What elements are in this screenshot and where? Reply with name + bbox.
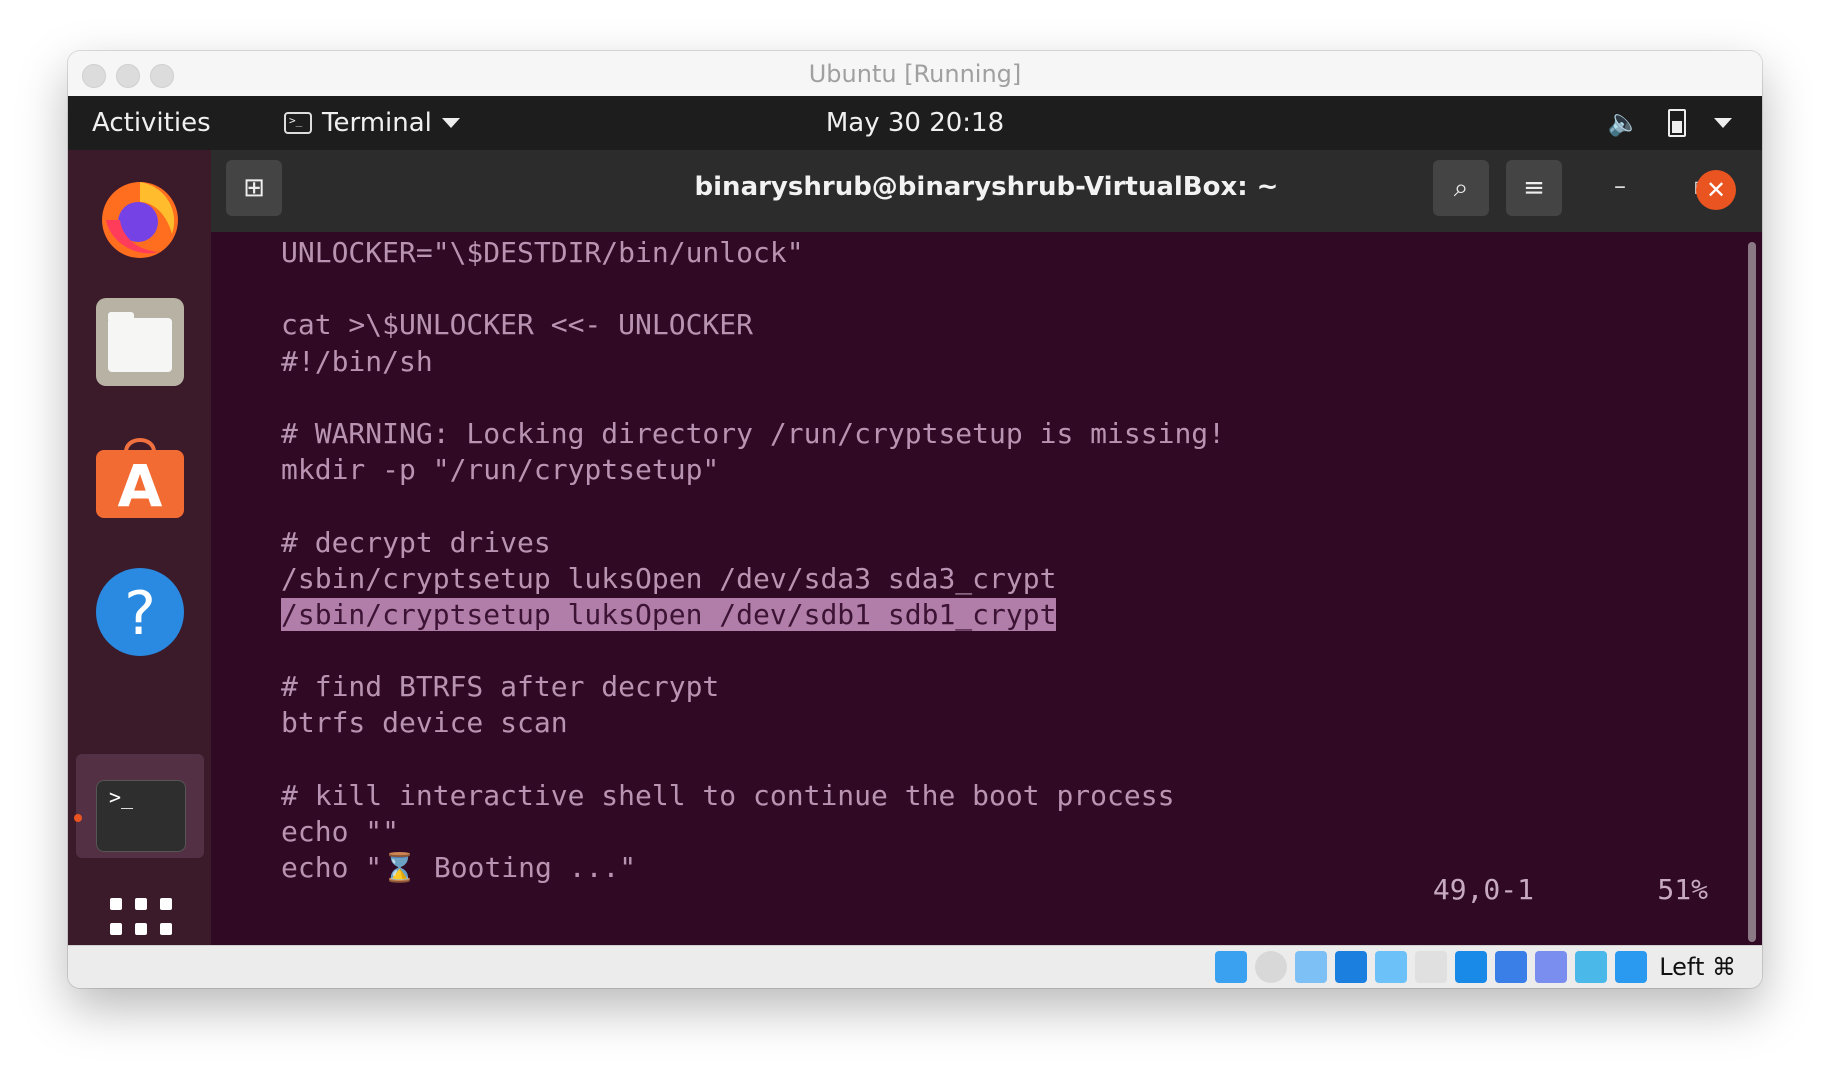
- battery-icon[interactable]: [1668, 109, 1686, 137]
- window-titlebar: Ubuntu [Running]: [68, 51, 1762, 97]
- display-icon[interactable]: [1455, 951, 1488, 983]
- hamburger-icon: ≡: [1523, 173, 1545, 203]
- mouse-integration-icon[interactable]: [1575, 951, 1608, 983]
- volume-icon[interactable]: 🔈: [1608, 108, 1640, 138]
- virtualbox-window: Ubuntu [Running] Activities >_ Terminal …: [68, 51, 1762, 988]
- line-text: #!/bin/sh: [281, 344, 433, 378]
- search-button[interactable]: ⌕: [1433, 160, 1489, 216]
- hard-disk-icon[interactable]: [1215, 951, 1248, 983]
- terminal-line: #!/bin/sh: [281, 344, 1225, 380]
- vm-statusbar: Left ⌘: [68, 945, 1762, 988]
- terminal-line: UNLOCKER="\$DESTDIR/bin/unlock": [281, 235, 1225, 271]
- terminal-content[interactable]: UNLOCKER="\$DESTDIR/bin/unlock" cat >\$UN…: [211, 232, 1762, 946]
- scrollbar[interactable]: [1748, 242, 1756, 942]
- optical-disk-icon[interactable]: [1255, 951, 1288, 983]
- terminal-line: /sbin/cryptsetup luksOpen /dev/sda3 sda3…: [281, 561, 1225, 597]
- scroll-percent: 51%: [1657, 873, 1708, 906]
- menu-button[interactable]: ≡: [1506, 160, 1562, 216]
- top-panel: Activities >_ Terminal May 30 20:18 🔈: [68, 96, 1762, 150]
- line-text: mkdir -p "/run/cryptsetup": [281, 453, 720, 487]
- minimize-button[interactable]: –: [1614, 172, 1626, 200]
- audio-icon[interactable]: [1295, 951, 1328, 983]
- cpu-vt-icon[interactable]: [1535, 951, 1568, 983]
- network-icon[interactable]: [1335, 951, 1368, 983]
- close-icon: ✕: [1705, 176, 1727, 204]
- terminal-app-icon: >_: [96, 780, 186, 852]
- terminal-line: echo "": [281, 814, 1225, 850]
- line-text: # find BTRFS after decrypt: [281, 670, 720, 704]
- terminal-line: mkdir -p "/run/cryptsetup": [281, 452, 1225, 488]
- terminal-line: echo "⌛ Booting ...": [281, 850, 1225, 886]
- terminal-window: ⊞ binaryshrub@binaryshrub-VirtualBox: ~ …: [211, 150, 1762, 946]
- line-text: /sbin/cryptsetup luksOpen /dev/sda3 sda3…: [281, 561, 1057, 595]
- terminal-line: btrfs device scan: [281, 705, 1225, 741]
- terminal-line: # find BTRFS after decrypt: [281, 669, 1225, 705]
- line-text: # WARNING: Locking directory /run/crypts…: [281, 416, 1226, 450]
- usb-icon[interactable]: [1375, 951, 1408, 983]
- line-text: cat >\$UNLOCKER <<- UNLOCKER: [281, 308, 754, 342]
- line-text: # decrypt drives: [281, 525, 551, 559]
- terminal-line: # kill interactive shell to continue the…: [281, 778, 1225, 814]
- clock[interactable]: May 30 20:18: [68, 108, 1762, 138]
- terminal-line: # decrypt drives: [281, 525, 1225, 561]
- line-text: UNLOCKER="\$DESTDIR/bin/unlock": [281, 236, 804, 269]
- svg-text:?: ?: [124, 579, 156, 649]
- close-button[interactable]: ✕: [1696, 170, 1736, 210]
- selected-text: /sbin/cryptsetup luksOpen /dev/sdb1 sdb1…: [281, 597, 1057, 631]
- dock: A ? >_: [68, 150, 211, 960]
- window-title: Ubuntu [Running]: [808, 60, 1022, 88]
- line-text: echo "": [281, 815, 400, 848]
- system-menu-caret-icon[interactable]: [1714, 118, 1732, 128]
- line-text: btrfs device scan: [281, 706, 568, 740]
- system-tray[interactable]: 🔈: [1608, 108, 1732, 138]
- line-text: echo "⌛ Booting ...": [281, 851, 637, 885]
- terminal-line: # WARNING: Locking directory /run/crypts…: [281, 416, 1225, 452]
- terminal-headerbar: ⊞ binaryshrub@binaryshrub-VirtualBox: ~ …: [211, 150, 1762, 232]
- firefox-icon[interactable]: [96, 172, 184, 260]
- svg-text:A: A: [118, 452, 163, 518]
- host-key-label: Left ⌘: [1659, 953, 1736, 981]
- dock-item-terminal-active[interactable]: >_: [74, 754, 204, 858]
- help-icon[interactable]: ?: [96, 568, 184, 656]
- cursor-position: 49,0-1: [1432, 873, 1534, 906]
- search-icon: ⌕: [1453, 172, 1469, 203]
- recording-icon[interactable]: [1495, 951, 1528, 983]
- download-icon[interactable]: [1615, 951, 1648, 983]
- line-text: # kill interactive shell to continue the…: [281, 778, 1175, 812]
- terminal-line: cat >\$UNLOCKER <<- UNLOCKER: [281, 307, 1225, 343]
- running-indicator: [74, 814, 82, 822]
- terminal-text: UNLOCKER="\$DESTDIR/bin/unlock" cat >\$UN…: [281, 235, 1225, 886]
- shared-folder-icon[interactable]: [1415, 951, 1448, 983]
- ubuntu-software-icon[interactable]: A: [96, 430, 184, 520]
- files-icon[interactable]: [96, 298, 184, 386]
- terminal-line: /sbin/cryptsetup luksOpen /dev/sdb1 sdb1…: [281, 597, 1225, 633]
